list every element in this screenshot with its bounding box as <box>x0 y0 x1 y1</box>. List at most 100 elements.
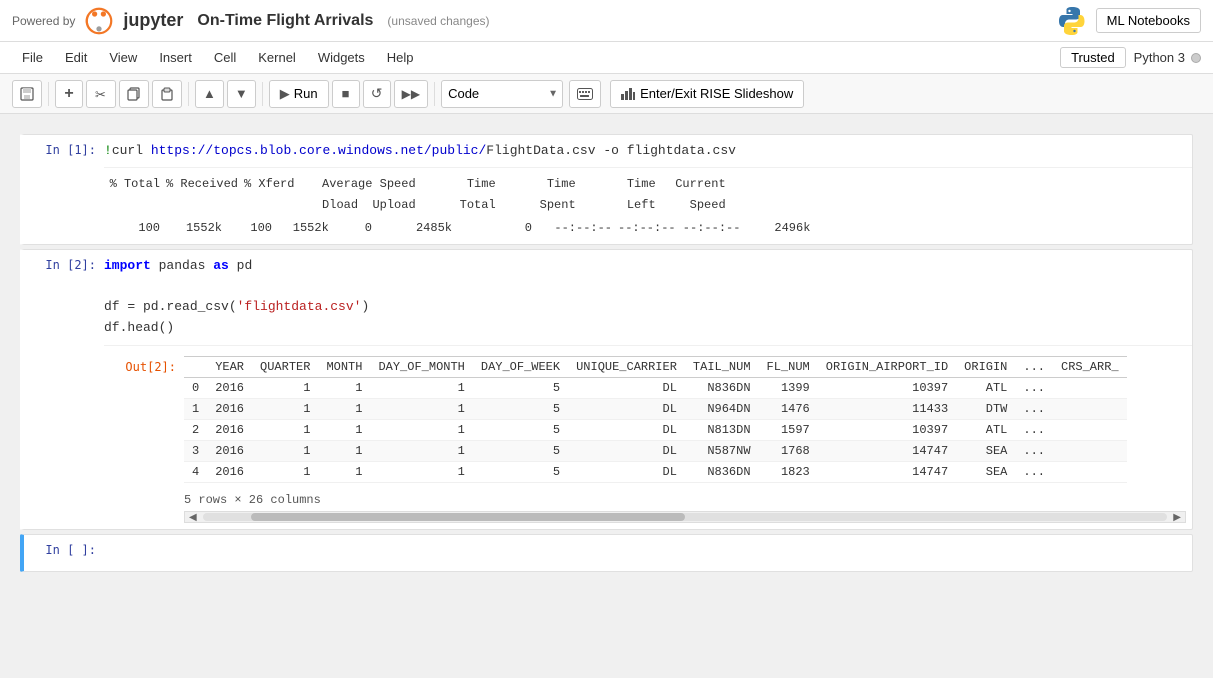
cell-row2-quarter: 1 <box>252 420 318 441</box>
header-right: ML Notebooks <box>1056 5 1201 37</box>
cell-2-output: Out[2]: YEAR QUARTER MONTH DAY_OF_MONTH <box>104 345 1192 529</box>
paste-button[interactable] <box>152 80 182 108</box>
cell-row1-day-of-month: 1 <box>370 399 472 420</box>
cell-row1-unique-carrier: DL <box>568 399 685 420</box>
col-header-quarter: QUARTER <box>252 357 318 378</box>
cell-type-select-wrapper[interactable]: Code Markdown Raw NBConvert ▼ <box>441 80 563 108</box>
col-header-fl-num: FL_NUM <box>759 357 818 378</box>
cell-row2-year: 2016 <box>207 420 252 441</box>
scroll-right-icon[interactable]: ▶ <box>1169 512 1185 523</box>
cell-row3-origin: SEA <box>956 441 1015 462</box>
menu-cell[interactable]: Cell <box>204 47 246 68</box>
arrow-down-icon: ▼ <box>235 86 248 101</box>
cell-row4-month: 1 <box>318 462 370 483</box>
table-row: 4 2016 1 1 1 5 DL N836DN 1823 14747 <box>184 462 1127 483</box>
restart-button[interactable]: ↺ <box>363 80 391 108</box>
menu-right: Trusted Python 3 <box>1060 47 1201 68</box>
col-header-year: YEAR <box>207 357 252 378</box>
cell-1-output: % Total % Received % Xferd Average Speed… <box>104 167 1192 244</box>
col-header-day-of-week: DAY_OF_WEEK <box>473 357 568 378</box>
horizontal-scrollbar[interactable]: ◀ ▶ <box>184 511 1186 523</box>
move-up-button[interactable]: ▲ <box>195 80 224 108</box>
plus-icon: + <box>64 85 73 103</box>
menu-file[interactable]: File <box>12 47 53 68</box>
cell-3-inner: In [ ]: <box>24 535 1192 571</box>
paste-icon <box>160 87 174 101</box>
cell-row3-month: 1 <box>318 441 370 462</box>
table-row: 2 2016 1 1 1 5 DL N813DN 1597 10397 <box>184 420 1127 441</box>
menu-insert[interactable]: Insert <box>149 47 202 68</box>
cell-2-content[interactable]: import pandas as pd df = pd.read_csv('fl… <box>104 250 1192 345</box>
notebook-title: On-Time Flight Arrivals <box>197 12 373 30</box>
cell-3-input[interactable] <box>104 541 1186 565</box>
save-button[interactable] <box>12 80 42 108</box>
cell-type-select[interactable]: Code Markdown Raw NBConvert <box>441 80 563 108</box>
col-header-day-of-month: DAY_OF_MONTH <box>370 357 472 378</box>
dataframe-table: YEAR QUARTER MONTH DAY_OF_MONTH DAY_OF_W… <box>184 356 1127 483</box>
cell-row3-crs-arr <box>1053 441 1127 462</box>
cell-row1-crs-arr <box>1053 399 1127 420</box>
move-down-button[interactable]: ▼ <box>227 80 256 108</box>
cell-2-out-inner: Out[2]: YEAR QUARTER MONTH DAY_OF_MONTH <box>104 352 1186 523</box>
separator-4 <box>434 82 435 106</box>
menubar: File Edit View Insert Cell Kernel Widget… <box>0 42 1213 74</box>
cell-row2-tail-num: N813DN <box>685 420 759 441</box>
arrow-up-icon: ▲ <box>203 86 216 101</box>
menu-help[interactable]: Help <box>377 47 424 68</box>
add-cell-button[interactable]: + <box>55 80 83 108</box>
cell-3[interactable]: In [ ]: <box>20 534 1193 572</box>
col-header-month: MONTH <box>318 357 370 378</box>
cell-row3-tail-num: N587NW <box>685 441 759 462</box>
cell-3-content[interactable] <box>104 535 1192 571</box>
run-button[interactable]: ▶ Run <box>269 80 329 108</box>
cell-row3-day-of-week: 5 <box>473 441 568 462</box>
run-all-button[interactable]: ▶▶ <box>394 80 428 108</box>
col-header-origin-airport-id: ORIGIN_AIRPORT_ID <box>818 357 956 378</box>
trusted-button[interactable]: Trusted <box>1060 47 1126 68</box>
curl-output: % Total % Received % Xferd Average Speed… <box>104 174 1186 238</box>
cell-row1-quarter: 1 <box>252 399 318 420</box>
cell-row0-origin-airport-id: 10397 <box>818 378 956 399</box>
menu-edit[interactable]: Edit <box>55 47 97 68</box>
cut-button[interactable]: ✂ <box>86 80 116 108</box>
cell-row4-origin-airport-id: 14747 <box>818 462 956 483</box>
col-header-unique-carrier: UNIQUE_CARRIER <box>568 357 685 378</box>
scroll-left-icon[interactable]: ◀ <box>185 512 201 523</box>
cell-row2-origin-airport-id: 10397 <box>818 420 956 441</box>
cell-row3-day-of-month: 1 <box>370 441 472 462</box>
run-label: Run <box>294 86 318 101</box>
copy-button[interactable] <box>119 80 149 108</box>
cell-row0-month: 1 <box>318 378 370 399</box>
keyboard-shortcut-button[interactable] <box>569 80 601 108</box>
cell-row4-quarter: 1 <box>252 462 318 483</box>
rise-label: Enter/Exit RISE Slideshow <box>640 86 793 101</box>
cell-row4-index: 4 <box>184 462 207 483</box>
menu-view[interactable]: View <box>99 47 147 68</box>
cell-row1-year: 2016 <box>207 399 252 420</box>
separator-1 <box>48 82 49 106</box>
table-header-row: YEAR QUARTER MONTH DAY_OF_MONTH DAY_OF_W… <box>184 357 1127 378</box>
scroll-track[interactable] <box>203 513 1168 521</box>
scroll-thumb[interactable] <box>251 513 685 521</box>
cell-row2-crs-arr <box>1053 420 1127 441</box>
col-header-crs-arr: CRS_ARR_ <box>1053 357 1127 378</box>
powered-by-label: Powered by <box>12 14 75 28</box>
cell-row3-unique-carrier: DL <box>568 441 685 462</box>
cell-row0-fl-num: 1399 <box>759 378 818 399</box>
jupyter-label: jupyter <box>123 10 183 31</box>
cell-row0-unique-carrier: DL <box>568 378 685 399</box>
cell-row0-quarter: 1 <box>252 378 318 399</box>
cell-row3-origin-airport-id: 14747 <box>818 441 956 462</box>
cut-icon: ✂ <box>94 87 108 101</box>
menu-kernel[interactable]: Kernel <box>248 47 306 68</box>
cell-row1-tail-num: N964DN <box>685 399 759 420</box>
separator-2 <box>188 82 189 106</box>
save-icon <box>20 87 34 101</box>
dataframe-scroll[interactable]: YEAR QUARTER MONTH DAY_OF_MONTH DAY_OF_W… <box>184 352 1186 487</box>
notebook-area: In [1]: !curl https://topcs.blob.core.wi… <box>0 114 1213 678</box>
cell-1-content[interactable]: !curl https://topcs.blob.core.windows.ne… <box>104 135 1192 167</box>
menu-widgets[interactable]: Widgets <box>308 47 375 68</box>
stop-button[interactable]: ■ <box>332 80 360 108</box>
rise-slideshow-button[interactable]: Enter/Exit RISE Slideshow <box>610 80 804 108</box>
ml-notebooks-button[interactable]: ML Notebooks <box>1096 8 1201 33</box>
